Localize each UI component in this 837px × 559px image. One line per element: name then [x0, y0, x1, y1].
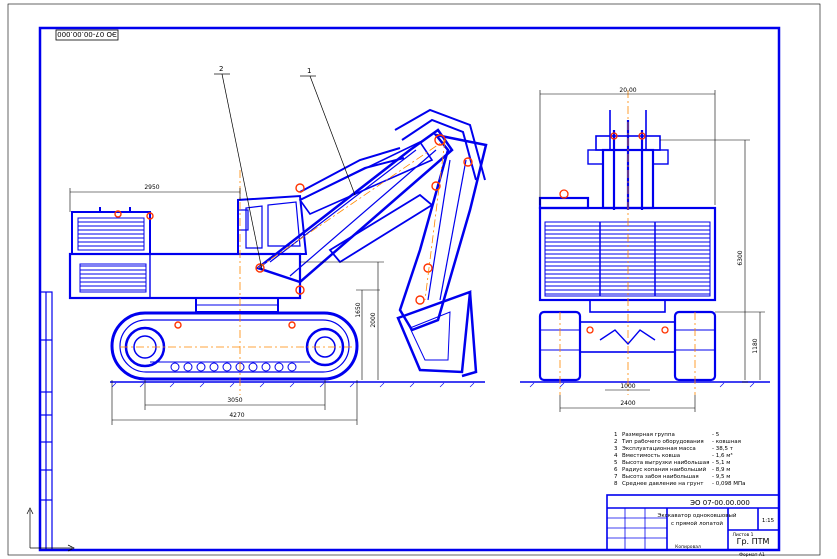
- boom: [255, 128, 454, 284]
- spec-n-1: 1: [614, 432, 618, 438]
- operator-cab: [237, 194, 308, 255]
- spec-val-3: - 38,5 т: [712, 446, 734, 452]
- front-tracks: [538, 299, 717, 382]
- dim-1180: 1180: [752, 338, 759, 353]
- turntable: [195, 297, 279, 313]
- center-axes-side: [120, 139, 446, 395]
- dim-2950: 2950: [144, 184, 159, 191]
- dim-2000: 2000: [370, 312, 377, 327]
- title-block-code: ЭО 07-00.00.000: [690, 499, 750, 507]
- code-stamp-text: ЭО 07-00.00.000: [57, 30, 117, 38]
- engine-housing: [71, 207, 151, 255]
- dim-1000: 1000: [620, 383, 635, 390]
- spec-n-5: 5: [614, 460, 618, 466]
- side-view: [68, 108, 488, 395]
- ground-hatch: [111, 382, 755, 388]
- front-body: [538, 196, 717, 302]
- spec-val-5: - 5,1 м: [712, 460, 730, 466]
- spec-n-8: 8: [614, 481, 618, 487]
- dim-6300: 6300: [737, 250, 744, 265]
- dim-4270: 4270: [229, 412, 244, 419]
- spec-text-8: Среднее давление на грунт: [622, 481, 704, 487]
- spec-n-7: 7: [614, 474, 618, 480]
- spec-val-6: - 8,9 м: [712, 467, 730, 473]
- title-block-name-2: с прямой лопатой: [671, 520, 723, 527]
- title-block-scale: 1:15: [762, 518, 775, 524]
- spec-val-8: - 0,098 МПа: [712, 481, 745, 487]
- title-block-group: Гр. ПТМ: [737, 537, 770, 546]
- spec-val-2: - ковшная: [712, 439, 741, 445]
- spec-n-3: 3: [614, 446, 618, 452]
- leader-label-1: 1: [307, 67, 311, 75]
- code-stamp: ЭО 07-00.00.000: [55, 29, 119, 41]
- left-side-strip: [39, 291, 53, 551]
- spec-n-4: 4: [614, 453, 618, 459]
- crawler-track-side: [110, 311, 359, 381]
- drawing-sheet: ЭО 07-00.00.000 1 2 2950 3050 4270 1650 …: [7, 3, 821, 558]
- ucs-axis-icon: [26, 507, 75, 552]
- spec-n-6: 6: [614, 467, 618, 473]
- spec-n-2: 2: [614, 439, 618, 445]
- title-block-name-1: Экскаватор одноковшовый: [658, 512, 737, 519]
- copied-label: Копировал: [675, 544, 701, 550]
- dim-2400: 2400: [620, 400, 635, 407]
- spec-val-4: - 1,6 м³: [712, 452, 733, 459]
- dim-1650: 1650: [355, 302, 362, 317]
- title-block-sheets: Листов 1: [732, 532, 753, 538]
- spec-val-1: - 5: [712, 432, 720, 438]
- spec-text-6: Радиус копания наибольший: [622, 466, 707, 473]
- format-label: Формат А1: [739, 552, 765, 558]
- front-view: [538, 90, 717, 395]
- dim-2000-front: 20.00: [619, 87, 636, 94]
- leader-lines: [214, 73, 356, 271]
- spec-text-5: Высота выгрузки наибольшая: [622, 460, 709, 466]
- spec-text-3: Эксплуатационная масса: [622, 446, 696, 452]
- spec-text-2: Тип рабочего оборудования: [621, 439, 704, 445]
- spec-val-7: - 9,5 м: [712, 474, 730, 480]
- spec-text-1: Размерная группа: [622, 432, 675, 438]
- spec-list: 1 Размерная группа - 5 2 Тип рабочего об…: [614, 432, 745, 487]
- dim-3050: 3050: [227, 397, 242, 404]
- spec-text-4: Вместимость ковша: [622, 453, 680, 459]
- spec-text-7: Высота забоя наибольшая: [622, 474, 699, 480]
- bucket-side: [396, 290, 478, 378]
- leader-label-2: 2: [219, 65, 223, 73]
